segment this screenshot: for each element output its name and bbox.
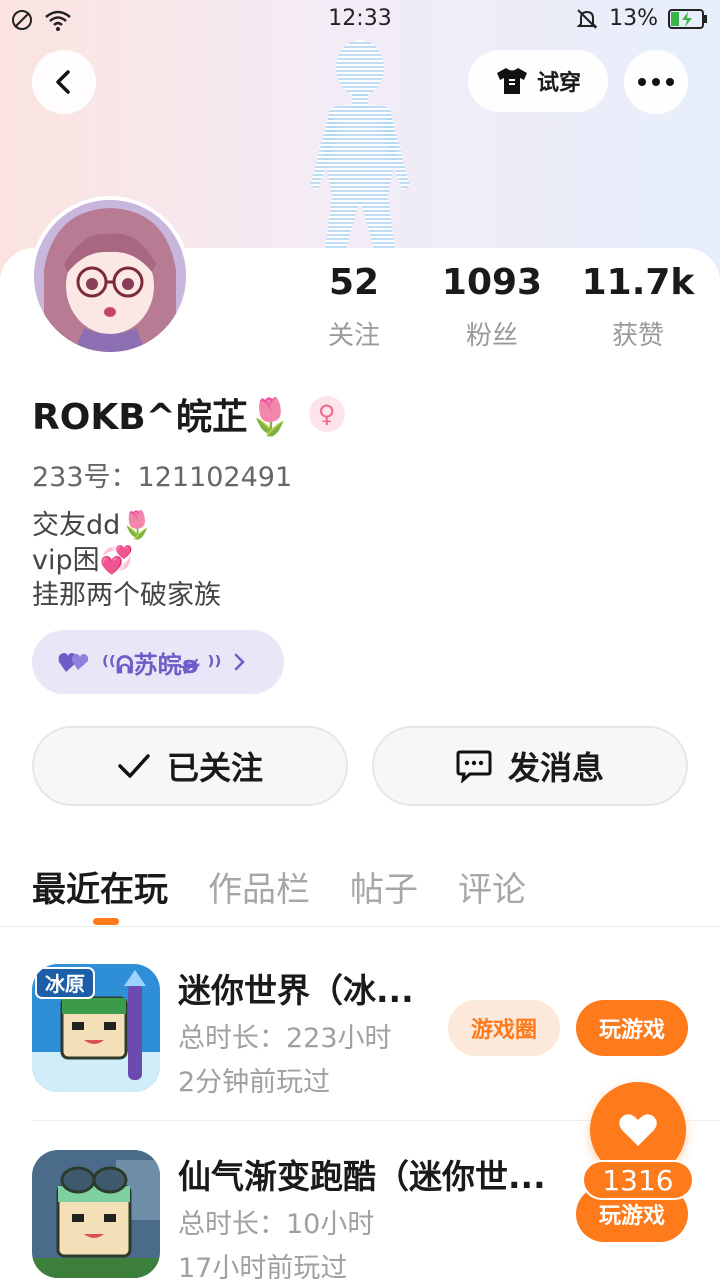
avatar-anime-image bbox=[34, 200, 186, 352]
heart-icon bbox=[619, 1114, 657, 1146]
checkmark-icon bbox=[118, 754, 150, 778]
game-circle-button[interactable]: 游戏圈 bbox=[448, 1000, 560, 1056]
fans-count: 1093 bbox=[441, 262, 543, 303]
mute-bell-icon bbox=[576, 8, 598, 29]
female-gender-icon: ♀ bbox=[308, 396, 345, 432]
chat-bubble-icon bbox=[456, 750, 492, 783]
tab-works[interactable]: 作品栏 bbox=[208, 862, 310, 911]
try-on-label: 试穿 bbox=[536, 71, 581, 96]
tab-recent-games[interactable]: 最近在玩 bbox=[32, 862, 168, 911]
tab-posts[interactable]: 帖子 bbox=[350, 862, 418, 911]
like-count: 1316 bbox=[582, 1160, 694, 1200]
likes-count: 11.7k bbox=[581, 262, 695, 303]
message-label: 发消息 bbox=[507, 749, 604, 787]
bio-line: 交友dd🌷 bbox=[32, 510, 154, 541]
followed-button[interactable]: 已关注 bbox=[32, 726, 348, 806]
profile-name-row: ROKB^皖芷🌷 ♀ bbox=[32, 388, 345, 440]
fans-stat[interactable]: 1093 粉丝 bbox=[422, 262, 562, 352]
try-on-button[interactable]: 试穿 bbox=[468, 50, 608, 112]
tabs-divider bbox=[0, 926, 720, 927]
user-id[interactable]: 233号：121102491 bbox=[32, 455, 292, 494]
fans-label: 粉丝 bbox=[465, 321, 518, 351]
double-heart-icon bbox=[58, 653, 89, 672]
bio-line: 挂那两个破家族 bbox=[32, 580, 221, 611]
avatar-figure-preview bbox=[310, 40, 410, 256]
game-duration: 总时长：223小时 bbox=[178, 1023, 392, 1054]
following-count: 52 bbox=[328, 262, 380, 303]
likes-stat[interactable]: 11.7k 获赞 bbox=[568, 262, 708, 352]
family-name: ⁽⁽ᕱ苏皖ʚ̴̶̷̷ ⁾⁾ bbox=[102, 650, 222, 679]
more-button[interactable] bbox=[624, 50, 688, 114]
bio: 交友dd🌷 vip困💞 挂那两个破家族 bbox=[32, 508, 221, 613]
following-stat[interactable]: 52 关注 bbox=[284, 262, 424, 352]
more-dots-icon bbox=[638, 78, 674, 86]
chevron-right-icon bbox=[235, 653, 246, 671]
active-tab-indicator bbox=[93, 918, 119, 925]
chevron-left-icon bbox=[56, 70, 70, 94]
followed-label: 已关注 bbox=[166, 749, 263, 787]
parkour-game-icon bbox=[32, 1150, 160, 1278]
tab-comments[interactable]: 评论 bbox=[458, 862, 526, 911]
mini-world-game-icon: 冰原 bbox=[32, 964, 160, 1092]
list-item[interactable]: 冰原 迷你世界（冰... 总时长：223小时 2分钟前玩过 游戏圈 玩游戏 bbox=[0, 964, 720, 1104]
bio-line: vip困💞 bbox=[32, 545, 134, 576]
game-duration: 总时长：10小时 bbox=[178, 1209, 375, 1240]
profile-tabs: 最近在玩 作品栏 帖子 评论 bbox=[32, 862, 526, 911]
tshirt-icon bbox=[496, 68, 527, 94]
family-badge[interactable]: ⁽⁽ᕱ苏皖ʚ̴̶̷̷ ⁾⁾ bbox=[32, 630, 284, 694]
likes-label: 获赞 bbox=[611, 321, 664, 351]
message-button[interactable]: 发消息 bbox=[372, 726, 688, 806]
profile-name: ROKB^皖芷🌷 bbox=[32, 397, 293, 438]
following-label: 关注 bbox=[327, 321, 380, 351]
status-bar: 12:33 13% bbox=[0, 0, 720, 40]
play-game-button[interactable]: 玩游戏 bbox=[576, 1000, 688, 1056]
avatar[interactable] bbox=[30, 196, 190, 356]
game-last-played: 17小时前玩过 bbox=[178, 1253, 348, 1280]
battery-charging-icon bbox=[668, 8, 707, 29]
battery-percent: 13% bbox=[609, 6, 658, 31]
game-last-played: 2分钟前玩过 bbox=[178, 1067, 331, 1098]
game-icon-badge: 冰原 bbox=[45, 972, 85, 996]
back-button[interactable] bbox=[32, 50, 96, 114]
game-title: 仙气渐变跑酷（迷你世... bbox=[178, 1157, 546, 1196]
